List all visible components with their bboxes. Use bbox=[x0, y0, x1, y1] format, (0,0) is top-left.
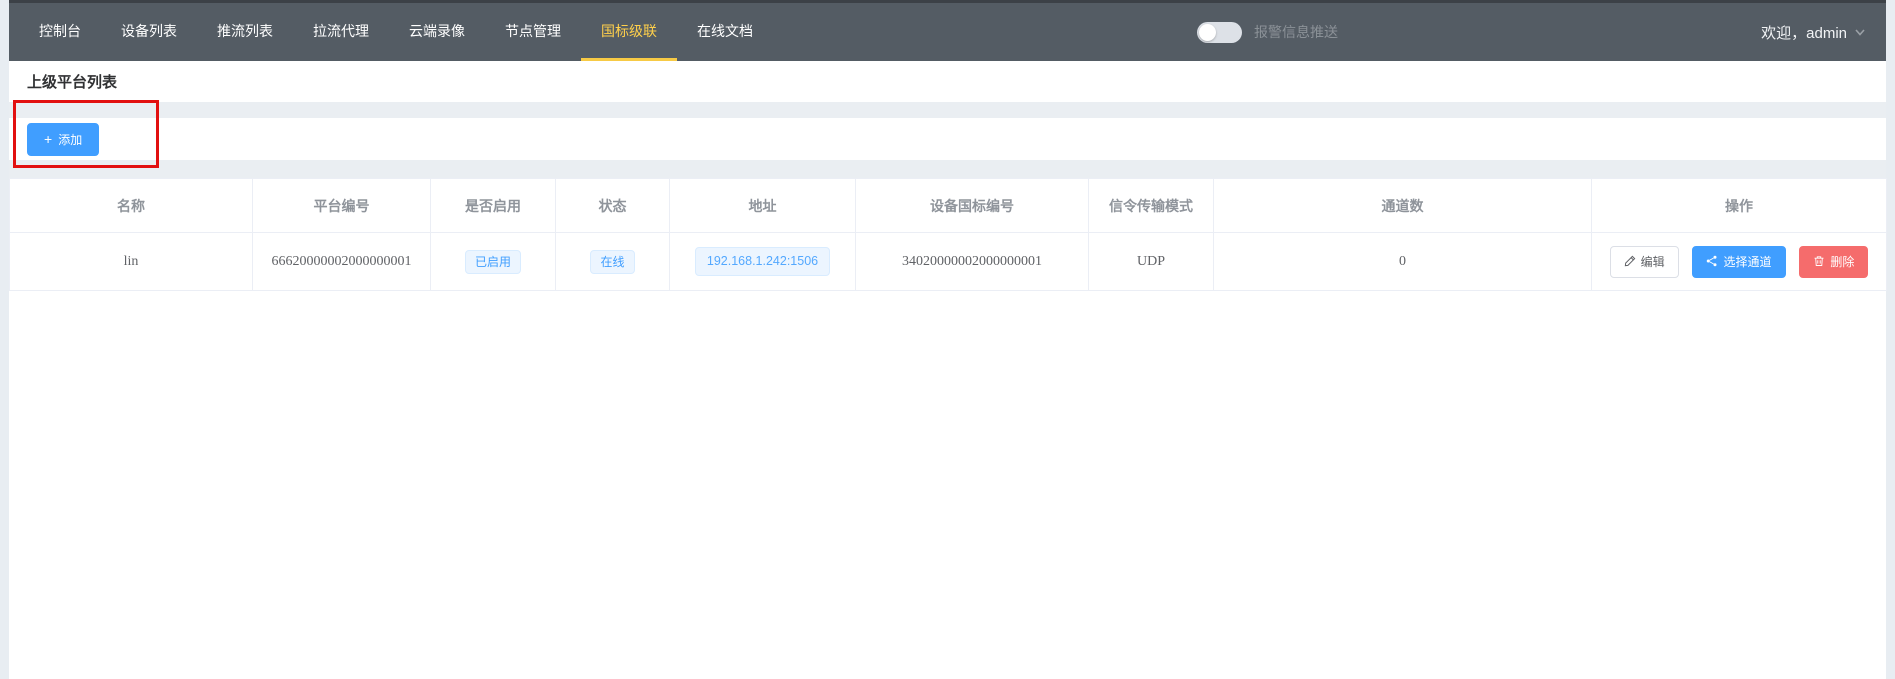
main-page: 控制台 设备列表 推流列表 拉流代理 云端录像 节点管理 国标级联 在线文档 报… bbox=[9, 0, 1886, 679]
address-badge: 192.168.1.242:1506 bbox=[695, 247, 830, 276]
nav-item-console[interactable]: 控制台 bbox=[19, 3, 101, 61]
nav-item-pull-proxy[interactable]: 拉流代理 bbox=[293, 3, 389, 61]
chevron-down-icon bbox=[1854, 26, 1866, 38]
plus-icon: + bbox=[44, 134, 52, 144]
cell-address: 192.168.1.242:1506 bbox=[670, 233, 856, 291]
enabled-badge: 已启用 bbox=[465, 250, 521, 274]
cell-name: lin bbox=[10, 233, 253, 291]
trash-icon bbox=[1813, 255, 1825, 269]
col-header-platform-id: 平台编号 bbox=[253, 179, 431, 233]
nav-item-online-docs[interactable]: 在线文档 bbox=[677, 3, 773, 61]
top-navbar: 控制台 设备列表 推流列表 拉流代理 云端录像 节点管理 国标级联 在线文档 报… bbox=[9, 0, 1886, 61]
add-button[interactable]: + 添加 bbox=[27, 123, 99, 156]
cell-platform-id: 66620000002000000001 bbox=[253, 233, 431, 291]
cell-enabled: 已启用 bbox=[431, 233, 556, 291]
edit-button[interactable]: 编辑 bbox=[1610, 246, 1679, 278]
alarm-push-label: 报警信息推送 bbox=[1254, 22, 1338, 42]
cell-channel-count: 0 bbox=[1214, 233, 1592, 291]
share-icon bbox=[1706, 255, 1718, 269]
delete-button-label: 删除 bbox=[1830, 256, 1854, 268]
nav-item-gb-cascade[interactable]: 国标级联 bbox=[581, 3, 677, 61]
select-channel-label: 选择通道 bbox=[1723, 256, 1771, 268]
alarm-push-group: 报警信息推送 bbox=[1197, 3, 1338, 61]
status-badge: 在线 bbox=[590, 250, 634, 274]
pencil-icon bbox=[1624, 255, 1636, 269]
nav-item-push-list[interactable]: 推流列表 bbox=[197, 3, 293, 61]
add-button-label: 添加 bbox=[58, 131, 82, 148]
col-header-channel-count: 通道数 bbox=[1214, 179, 1592, 233]
cell-status: 在线 bbox=[556, 233, 670, 291]
table-row: lin 66620000002000000001 已启用 在线 192.168.… bbox=[10, 233, 1887, 291]
toolbar: + 添加 bbox=[9, 118, 1886, 160]
nav-item-cloud-record[interactable]: 云端录像 bbox=[389, 3, 485, 61]
separator-band bbox=[9, 160, 1886, 178]
welcome-text: 欢迎，admin bbox=[1761, 22, 1847, 43]
nav-item-device-list[interactable]: 设备列表 bbox=[101, 3, 197, 61]
toggle-knob bbox=[1199, 24, 1216, 41]
col-header-gb-device-id: 设备国标编号 bbox=[856, 179, 1089, 233]
alarm-push-toggle[interactable] bbox=[1197, 22, 1242, 43]
select-channel-button[interactable]: 选择通道 bbox=[1692, 246, 1785, 278]
nav-item-node-manage[interactable]: 节点管理 bbox=[485, 3, 581, 61]
user-menu[interactable]: 欢迎，admin bbox=[1761, 3, 1866, 61]
cell-gb-device-id: 34020000002000000001 bbox=[856, 233, 1089, 291]
table-header-row: 名称 平台编号 是否启用 状态 地址 设备国标编号 信令传输模式 通道数 操作 bbox=[10, 179, 1887, 233]
edit-button-label: 编辑 bbox=[1641, 256, 1665, 268]
cell-transport: UDP bbox=[1089, 233, 1214, 291]
col-header-actions: 操作 bbox=[1592, 179, 1887, 233]
cell-actions: 编辑 选择通道 bbox=[1592, 233, 1887, 291]
col-header-address: 地址 bbox=[670, 179, 856, 233]
col-header-transport: 信令传输模式 bbox=[1089, 179, 1214, 233]
platform-table: 名称 平台编号 是否启用 状态 地址 设备国标编号 信令传输模式 通道数 操作 … bbox=[9, 178, 1887, 291]
delete-button[interactable]: 删除 bbox=[1799, 246, 1868, 278]
separator-band bbox=[9, 102, 1886, 118]
col-header-name: 名称 bbox=[10, 179, 253, 233]
page-title: 上级平台列表 bbox=[27, 71, 117, 92]
col-header-status: 状态 bbox=[556, 179, 670, 233]
page-header: 上级平台列表 bbox=[9, 61, 1886, 102]
col-header-enabled: 是否启用 bbox=[431, 179, 556, 233]
